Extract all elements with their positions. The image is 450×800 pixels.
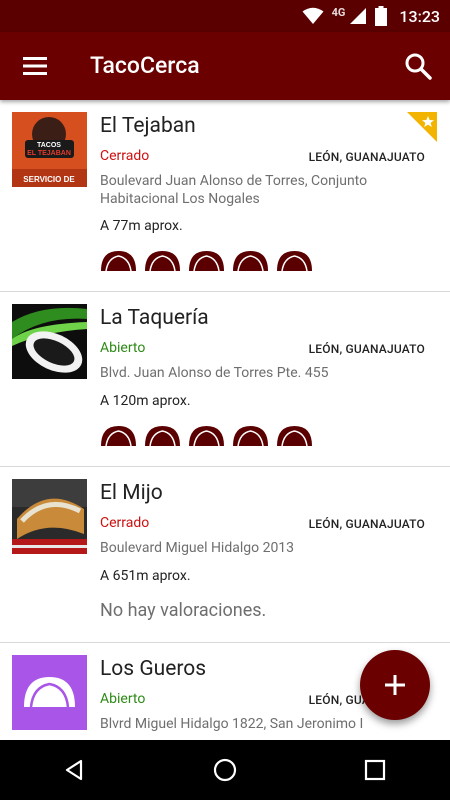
restaurant-name: La Taquería bbox=[100, 306, 209, 330]
taco-rating-icon bbox=[277, 426, 312, 447]
taco-rating-icon bbox=[189, 426, 224, 447]
add-icon bbox=[385, 675, 405, 695]
recents-button[interactable] bbox=[345, 740, 405, 800]
wifi-icon bbox=[302, 7, 324, 24]
taco-rating-icon bbox=[101, 251, 136, 272]
add-restaurant-button[interactable] bbox=[360, 650, 430, 720]
restaurant-distance: A 77m aprox. bbox=[100, 218, 183, 234]
restaurant-address: Boulevard Miguel Hidalgo 2013 bbox=[100, 540, 295, 556]
restaurant-card[interactable]: La Taquería Abierto LEÓN, GUANAJUATO Blv… bbox=[0, 292, 450, 467]
thumb-text-line-3: SERVICIO DE bbox=[23, 175, 75, 184]
taco-rating-icon bbox=[233, 426, 268, 447]
restaurant-name: El Mijo bbox=[100, 481, 163, 505]
restaurant-city: LEÓN, GUANAJUATO bbox=[308, 517, 425, 531]
status-icons: 4G 13:23 bbox=[302, 0, 440, 32]
taco-placeholder-icon bbox=[12, 655, 87, 730]
restaurant-thumbnail bbox=[12, 655, 87, 730]
taqueria-sign-image bbox=[12, 304, 87, 379]
cell-signal-icon bbox=[350, 8, 367, 24]
restaurant-list: TACOS EL TEJABAN SERVICIO DE El Tejaban … bbox=[0, 100, 450, 740]
taco-rating-icon bbox=[145, 251, 180, 272]
app-title: TacoCerca bbox=[90, 52, 200, 79]
battery-icon bbox=[375, 6, 388, 26]
app-bar: TacoCerca bbox=[0, 32, 450, 100]
network-type-label: 4G bbox=[331, 5, 346, 19]
el-mijo-photo bbox=[12, 479, 87, 554]
restaurant-card[interactable]: TACOS EL TEJABAN SERVICIO DE El Tejaban … bbox=[0, 100, 450, 292]
restaurant-rating bbox=[100, 250, 313, 272]
taco-rating-icon bbox=[101, 426, 136, 447]
status-bar: 4G 13:23 bbox=[0, 0, 450, 32]
restaurant-city: LEÓN, GUANAJUATO bbox=[308, 342, 425, 356]
restaurant-status: Abierto bbox=[100, 340, 146, 356]
restaurant-name: El Tejaban bbox=[100, 114, 196, 138]
restaurant-status: Cerrado bbox=[100, 515, 150, 531]
restaurant-distance: A 651m aprox. bbox=[100, 568, 191, 584]
restaurant-status: Abierto bbox=[100, 691, 146, 707]
restaurant-address: Blvrd Miguel Hidalgo 1822, San Jeronimo … bbox=[100, 716, 364, 732]
back-button[interactable] bbox=[45, 740, 105, 800]
back-icon bbox=[65, 759, 83, 781]
restaurant-thumbnail: TACOS EL TEJABAN SERVICIO DE bbox=[12, 112, 87, 187]
taco-rating-icon bbox=[277, 251, 312, 272]
menu-icon[interactable] bbox=[22, 53, 48, 79]
restaurant-address: Blvd. Juan Alonso de Torres Pte. 455 bbox=[100, 365, 329, 381]
restaurant-card[interactable]: El Mijo Cerrado LEÓN, GUANAJUATO Bouleva… bbox=[0, 467, 450, 643]
home-icon bbox=[213, 758, 237, 782]
restaurant-thumbnail bbox=[12, 304, 87, 379]
restaurant-name: Los Gueros bbox=[100, 657, 207, 681]
tejaban-logo-image: TACOS EL TEJABAN SERVICIO DE bbox=[12, 112, 87, 187]
taco-rating-icon bbox=[189, 251, 224, 272]
taco-rating-icon bbox=[233, 251, 268, 272]
search-icon[interactable] bbox=[404, 52, 432, 80]
thumb-text-line-1: TACOS bbox=[37, 142, 61, 149]
taco-rating-icon bbox=[145, 426, 180, 447]
system-nav-bar bbox=[0, 740, 450, 800]
restaurant-status: Cerrado bbox=[100, 148, 150, 164]
restaurant-rating bbox=[100, 425, 313, 447]
restaurant-thumbnail bbox=[12, 479, 87, 554]
status-time: 13:23 bbox=[399, 6, 440, 26]
recents-icon bbox=[364, 759, 386, 781]
no-ratings-text: No hay valoraciones. bbox=[100, 600, 267, 621]
restaurant-address: Boulevard Juan Alonso de Torres, Conjunt… bbox=[100, 173, 368, 207]
favorite-star-icon[interactable] bbox=[407, 112, 437, 142]
restaurant-distance: A 120m aprox. bbox=[100, 393, 191, 409]
restaurant-city: LEÓN, GUANAJUATO bbox=[308, 150, 425, 164]
thumb-text-line-2: EL TEJABAN bbox=[27, 150, 71, 157]
home-button[interactable] bbox=[195, 740, 255, 800]
